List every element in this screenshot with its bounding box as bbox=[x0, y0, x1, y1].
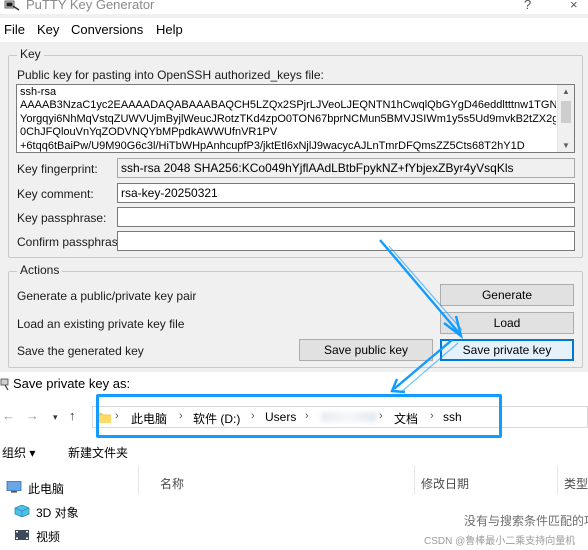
fingerprint-field[interactable]: ssh-rsa 2048 SHA256:KCo049hYjflAAdLBtbFp… bbox=[117, 158, 575, 178]
help-button[interactable]: ? bbox=[524, 0, 531, 12]
menu-key[interactable]: Key bbox=[37, 22, 59, 37]
comment-label: Key comment: bbox=[17, 187, 94, 201]
menu-conversions[interactable]: Conversions bbox=[71, 22, 143, 37]
videos-icon bbox=[15, 530, 29, 540]
address-highlight-box bbox=[96, 394, 502, 438]
recent-dropdown-icon[interactable]: ▾ bbox=[53, 412, 58, 423]
confirm-passphrase-label: Confirm passphrase: bbox=[17, 235, 128, 249]
comment-field[interactable]: rsa-key-20250321 bbox=[117, 183, 575, 203]
generate-button[interactable]: Generate bbox=[440, 284, 574, 306]
puttygen-window: PuTTY Key Generator ? × File Key Convers… bbox=[0, 0, 588, 372]
save-dialog-title: Save private key as: bbox=[13, 376, 131, 391]
window-title: PuTTY Key Generator bbox=[26, 0, 155, 12]
scroll-down-icon[interactable]: ▼ bbox=[562, 141, 570, 150]
file-list-header: 名称 修改日期 类型 bbox=[138, 466, 588, 494]
new-folder-button[interactable]: 新建文件夹 bbox=[68, 444, 128, 461]
close-button[interactable]: × bbox=[570, 0, 578, 12]
confirm-passphrase-field[interactable] bbox=[117, 231, 575, 251]
fingerprint-label: Key fingerprint: bbox=[17, 162, 98, 176]
column-type[interactable]: 类型 bbox=[564, 475, 588, 492]
up-arrow-icon[interactable]: ↑ bbox=[69, 408, 76, 423]
passphrase-label: Key passphrase: bbox=[17, 211, 107, 225]
putty-app-icon bbox=[4, 0, 20, 11]
organize-menu[interactable]: 组织 ▾ bbox=[2, 444, 35, 461]
public-key-text: ssh-rsa AAAAB3NzaC1yc2EAAAADAQABAAABAQCH5… bbox=[20, 86, 556, 152]
menu-help[interactable]: Help bbox=[156, 22, 183, 37]
menu-file[interactable]: File bbox=[4, 22, 25, 37]
generate-text: Generate a public/private key pair bbox=[17, 289, 197, 303]
save-dialog-icon bbox=[0, 378, 9, 391]
passphrase-field[interactable] bbox=[117, 207, 575, 227]
public-key-label: Public key for pasting into OpenSSH auth… bbox=[17, 68, 324, 82]
load-text: Load an existing private key file bbox=[17, 317, 185, 331]
computer-icon bbox=[6, 481, 22, 493]
save-public-key-button[interactable]: Save public key bbox=[299, 339, 433, 361]
key-group-title: Key bbox=[17, 47, 44, 61]
empty-list-message: 没有与搜索条件匹配的项 bbox=[464, 514, 588, 528]
back-arrow-icon[interactable]: ← bbox=[2, 408, 15, 423]
actions-group-title: Actions bbox=[17, 263, 63, 277]
save-private-key-button[interactable]: Save private key bbox=[440, 339, 574, 361]
navigation-pane: 此电脑 3D 对象 视频 bbox=[0, 466, 138, 550]
menu-bar: File Key Conversions Help bbox=[0, 18, 588, 42]
watermark-text: CSDN @鲁棒最小二乘支持向量机 bbox=[424, 536, 576, 547]
scroll-thumb[interactable] bbox=[561, 101, 571, 123]
forward-arrow-icon[interactable]: → bbox=[26, 408, 39, 423]
3d-objects-icon bbox=[14, 505, 30, 517]
public-key-textarea[interactable]: ssh-rsa AAAAB3NzaC1yc2EAAAADAQABAAABAQCH5… bbox=[16, 84, 575, 153]
scroll-up-icon[interactable]: ▲ bbox=[562, 87, 570, 96]
load-button[interactable]: Load bbox=[440, 312, 574, 334]
save-text: Save the generated key bbox=[17, 344, 144, 358]
title-bar: PuTTY Key Generator ? × bbox=[0, 0, 588, 14]
column-modified[interactable]: 修改日期 bbox=[421, 475, 469, 492]
command-bar: 组织 ▾ 新建文件夹 bbox=[0, 440, 588, 464]
public-key-scrollbar[interactable]: ▲ ▼ bbox=[557, 85, 574, 152]
column-name[interactable]: 名称 bbox=[160, 475, 184, 492]
